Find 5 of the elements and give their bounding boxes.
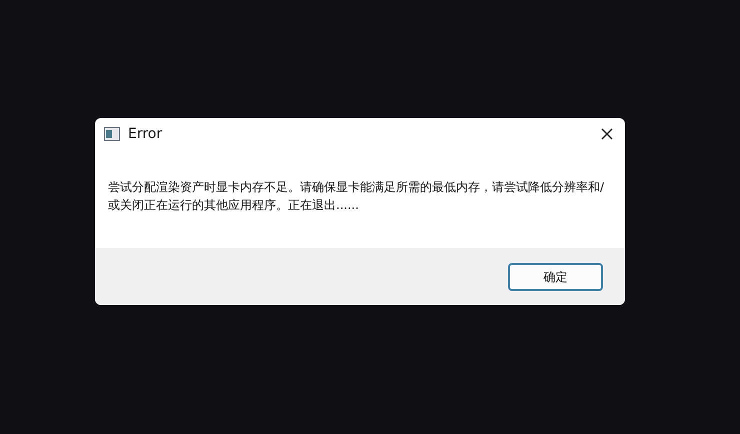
application-icon (104, 127, 120, 141)
error-message: 尝试分配渲染资产时显卡内存不足。请确保显卡能满足所需的最低内存，请尝试降低分辨率和/或关闭正在运行的其他应用程序。正在退出...... (108, 179, 606, 214)
window-title: Error (128, 124, 162, 144)
close-icon[interactable] (601, 128, 613, 140)
ok-button[interactable]: 确定 (508, 262, 603, 290)
